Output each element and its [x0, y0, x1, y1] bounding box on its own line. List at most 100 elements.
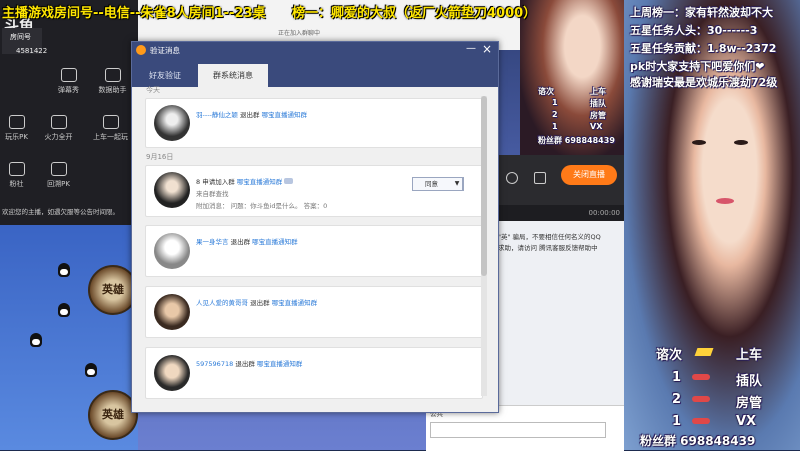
avatar[interactable]	[154, 105, 190, 141]
screen-icon[interactable]	[534, 172, 546, 184]
avatar[interactable]	[154, 294, 190, 330]
small-box-fans: 粉丝群 698848439	[538, 136, 615, 145]
overlay-top-rank: 榜一：卿爱的大叔（返厂火箭垫刀4000）	[292, 6, 537, 21]
overlay-small-box: 谘次 上车 1 插队 2 房管 1 VX 粉丝群 698848439	[538, 86, 624, 150]
user-link[interactable]: 人见人爱的黄哥哥	[196, 299, 248, 307]
chevron-down-icon[interactable]: ▼	[452, 177, 463, 191]
message-card: 597596718 退出群 哪宝直播通知群	[145, 347, 483, 399]
rocket-icon	[692, 374, 710, 380]
message-card: 人见人爱的黄哥哥 退出群 哪宝直播通知群	[145, 286, 483, 338]
fans-icon	[8, 162, 25, 176]
group-link[interactable]: 哪宝直播通知群	[257, 360, 303, 368]
big-box-prefix: 谘次	[656, 348, 683, 363]
tool-board-together[interactable]: 上车一起玩	[88, 115, 133, 142]
rocket-icon	[692, 418, 710, 424]
group-link[interactable]: 哪宝直播通知群	[252, 238, 298, 246]
pk-icon	[8, 115, 25, 129]
chat-warning: "英" 骗局，不要相信任何名义的QQ 求助，请访问 腾讯客服反馈帮助中	[498, 232, 624, 254]
camera-icon[interactable]	[506, 172, 518, 184]
overlay-big-box: 谘次 上车 1 插队 2 房管 1 VX 粉丝群 698848439	[640, 344, 800, 448]
message-text: 8 申请加入群 哪宝直播通知群	[196, 176, 294, 186]
avatar[interactable]	[154, 172, 190, 208]
overlay-room-info: 主播游戏房间号--电信--朱雀8人房间1--23桌	[2, 6, 266, 21]
overlay-right-line: 五星任务人头：30------3	[630, 24, 758, 37]
qq-penguin-icon	[58, 263, 70, 277]
tool-label: 弹幕秀	[58, 86, 79, 94]
stop-live-button[interactable]: 关闭直播	[561, 165, 617, 185]
big-box-item: 插队	[736, 374, 763, 389]
big-box-item: VX	[736, 414, 757, 429]
user-link[interactable]: 果一身华言	[196, 238, 229, 246]
message-action: 退出群	[250, 299, 270, 307]
game-background: 英雄 英雄	[0, 225, 138, 450]
tool-replay-pk[interactable]: 回溯PK	[36, 162, 81, 189]
tool-label: 上车一起玩	[93, 133, 128, 141]
group-link[interactable]: 哪宝直播通知群	[272, 299, 318, 307]
group-link[interactable]: 哪宝直播通知群	[237, 178, 283, 186]
rocket-icon	[692, 396, 710, 402]
message-source: 来自群查找	[196, 190, 229, 198]
message-text: 羽----静仙之颖 退出群 哪宝直播通知群	[196, 109, 307, 119]
message-card: 羽----静仙之颖 退出群 哪宝直播通知群	[145, 98, 483, 148]
chat-notice: 正在加入群聊中	[278, 30, 321, 37]
user-link[interactable]: 羽----静仙之颖	[196, 111, 238, 119]
group-link[interactable]: 哪宝直播通知群	[262, 111, 308, 119]
live-timer-bar: 00:00:00	[496, 205, 624, 221]
message-text: 597596718 退出群 哪宝直播通知群	[196, 358, 302, 368]
close-icon[interactable]: ×	[482, 42, 492, 56]
big-box-item: 房管	[736, 396, 763, 411]
dialog-title: 验证消息	[150, 46, 180, 55]
message-action: 退出群	[230, 238, 251, 246]
douyu-tool-panel: 斗鱼 房间号 4581422 弹幕秀 数据助手 火力全开 上车一起玩 回溯PK …	[0, 0, 138, 225]
ticket-icon	[694, 348, 714, 356]
avatar[interactable]	[154, 233, 190, 269]
tool-data-helper[interactable]: 数据助手	[90, 68, 135, 95]
big-box-num: 2	[672, 392, 682, 407]
message-action: 退出群	[239, 111, 260, 119]
tool-label: 回溯PK	[47, 180, 70, 188]
left-note: 欢迎您的主播，如遇欠服等公告时间限。	[2, 208, 119, 216]
small-box-num: 2	[552, 110, 558, 119]
eye	[734, 140, 748, 145]
dialog-header: 验证消息 — × 好友验证 群系统消息	[132, 42, 498, 87]
user-link[interactable]: 597596718	[196, 360, 233, 368]
big-box-num: 1	[672, 414, 682, 429]
overlay-right-line: 五星任务贡献：1.8w--2372	[630, 42, 777, 55]
chat-text-input[interactable]	[430, 422, 606, 438]
overlay-right-line: 上周榜一：家有轩然波却不大	[630, 6, 773, 19]
tool-danmu-show[interactable]: 弹幕秀	[46, 68, 91, 95]
tool-fire[interactable]: 火力全开	[36, 115, 81, 142]
small-box-item: VX	[590, 122, 603, 131]
house-icon	[50, 162, 67, 176]
overlay-right-line: pk时大家支持下吧爱你们❤	[630, 60, 765, 73]
tool-fans[interactable]: 粉社	[0, 162, 39, 189]
agree-label: 同意	[425, 180, 438, 188]
tab-group-system[interactable]: 群系统消息	[198, 64, 268, 87]
danmu-icon	[60, 68, 77, 82]
tab-friend-verify[interactable]: 好友验证	[132, 64, 198, 87]
user-name: 8	[196, 178, 201, 186]
scrollbar-thumb[interactable]	[481, 96, 487, 276]
tool-label: 玩乐PK	[5, 133, 28, 141]
warning-line: 求助，请访问 腾讯客服反馈帮助中	[498, 244, 598, 252]
minimize-icon[interactable]: —	[466, 43, 476, 54]
section-date: 9月16日	[146, 153, 174, 161]
room-number: 4581422	[16, 47, 48, 55]
tool-play-pk[interactable]: 玩乐PK	[0, 115, 39, 142]
eye	[692, 140, 706, 145]
overlay-right-line: 感谢瑞安最是欢城乐渡劫72级	[630, 76, 778, 89]
qq-logo-icon	[136, 45, 146, 55]
fire-icon	[50, 115, 67, 129]
room-label: 房间号	[10, 33, 31, 41]
avatar[interactable]	[154, 355, 190, 391]
big-box-item: 上车	[736, 348, 763, 363]
message-card: 8 申请加入群 哪宝直播通知群 来自群查找 附加消息： 问题：你斗鱼id是什么。…	[145, 165, 483, 217]
group-card-icon	[284, 178, 294, 184]
chart-icon	[104, 68, 121, 82]
warning-line: "英" 骗局，不要相信任何名义的QQ	[498, 233, 601, 241]
message-extra: 附加消息： 问题：你斗鱼id是什么。 答案：0	[196, 202, 328, 210]
qq-penguin-icon	[58, 303, 70, 317]
small-box-item: 插队	[590, 99, 606, 108]
small-box-prefix: 谘次	[538, 87, 554, 96]
small-box-item: 房管	[590, 111, 606, 120]
